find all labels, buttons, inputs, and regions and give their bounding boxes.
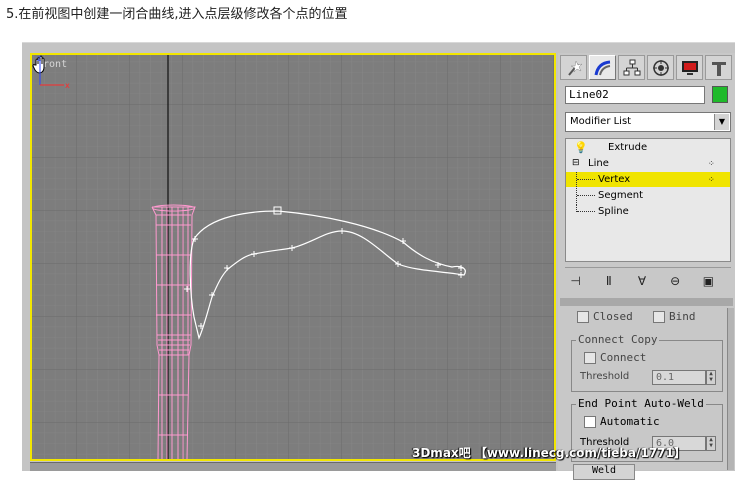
modify-tab-icon[interactable]	[589, 55, 616, 80]
rollout-separator	[560, 298, 733, 306]
watermark: 3Dmax吧 【www.linecg.com/tieba/1771】	[412, 446, 686, 460]
hierarchy-tab-icon[interactable]	[618, 55, 645, 80]
spinner-arrows-icon[interactable]: ▲ ▼	[706, 370, 716, 385]
viewport-canvas[interactable]	[32, 55, 554, 459]
stack-item-spline[interactable]: Spline	[566, 204, 730, 219]
stack-item-line[interactable]: ⊟ Line ⁘	[566, 156, 730, 171]
collapse-icon[interactable]: ⊟	[572, 156, 580, 171]
motion-tab-icon[interactable]	[647, 55, 674, 80]
object-name-field[interactable]: Line02	[565, 86, 705, 104]
svg-text:z: z	[37, 55, 41, 63]
create-tab-icon[interactable]	[560, 55, 587, 80]
pin-stack-icon[interactable]: ⊣	[565, 271, 586, 291]
grid	[32, 55, 554, 459]
command-tabs	[560, 55, 734, 81]
stack-item-vertex[interactable]: Vertex ⁘	[566, 172, 730, 187]
connect-checkbox[interactable]: Connect	[584, 351, 646, 364]
stack-item-extrude[interactable]: 💡 Extrude	[566, 140, 730, 155]
subobject-dots-icon: ⁘	[708, 175, 715, 184]
panel-scrollbar[interactable]	[727, 308, 734, 470]
lightbulb-icon[interactable]: 💡	[574, 140, 588, 155]
weld-button[interactable]: Weld	[573, 464, 635, 480]
display-tab-icon[interactable]	[676, 55, 703, 80]
svg-text:x: x	[65, 81, 70, 90]
remove-modifier-icon[interactable]: ⊖	[665, 271, 686, 291]
dropdown-arrow-icon[interactable]: ▼	[714, 114, 729, 130]
subobject-dots-icon: ⁘	[708, 159, 715, 168]
closed-checkbox[interactable]: Closed	[577, 310, 633, 323]
configure-sets-icon[interactable]: ▣	[698, 271, 719, 291]
bind-checkbox[interactable]: Bind	[653, 310, 696, 323]
command-panel: Line02 Modifier List ▼ 💡 Extrude ⊟ Line …	[558, 53, 735, 480]
connect-copy-group: Connect Copy Connect Threshold 0.1 ▲ ▼	[571, 333, 723, 392]
spinner-arrows-icon[interactable]: ▲ ▼	[706, 436, 716, 451]
make-unique-icon[interactable]: ∀	[631, 271, 652, 291]
automatic-checkbox[interactable]: Automatic	[584, 415, 660, 428]
object-color-swatch[interactable]	[712, 86, 728, 103]
stack-toolbar: ⊣ Ⅱ ∀ ⊖ ▣	[565, 267, 731, 294]
instruction-caption: 5.在前视图中创建一闭合曲线,进入点层级修改各个点的位置	[6, 7, 348, 22]
stack-item-segment[interactable]: Segment	[566, 188, 730, 203]
threshold-spinner[interactable]: 0.1	[652, 370, 706, 385]
modifier-list-label: Modifier List	[570, 116, 632, 127]
show-end-result-icon[interactable]: Ⅱ	[598, 271, 619, 291]
modifier-list-dropdown[interactable]: Modifier List ▼	[565, 112, 731, 132]
axis-tripod: z x	[37, 55, 70, 90]
front-viewport[interactable]: Front z x	[30, 53, 556, 461]
modifier-stack: 💡 Extrude ⊟ Line ⁘ Vertex ⁘ Segment Spli…	[565, 138, 731, 262]
utilities-tab-icon[interactable]	[705, 55, 732, 80]
